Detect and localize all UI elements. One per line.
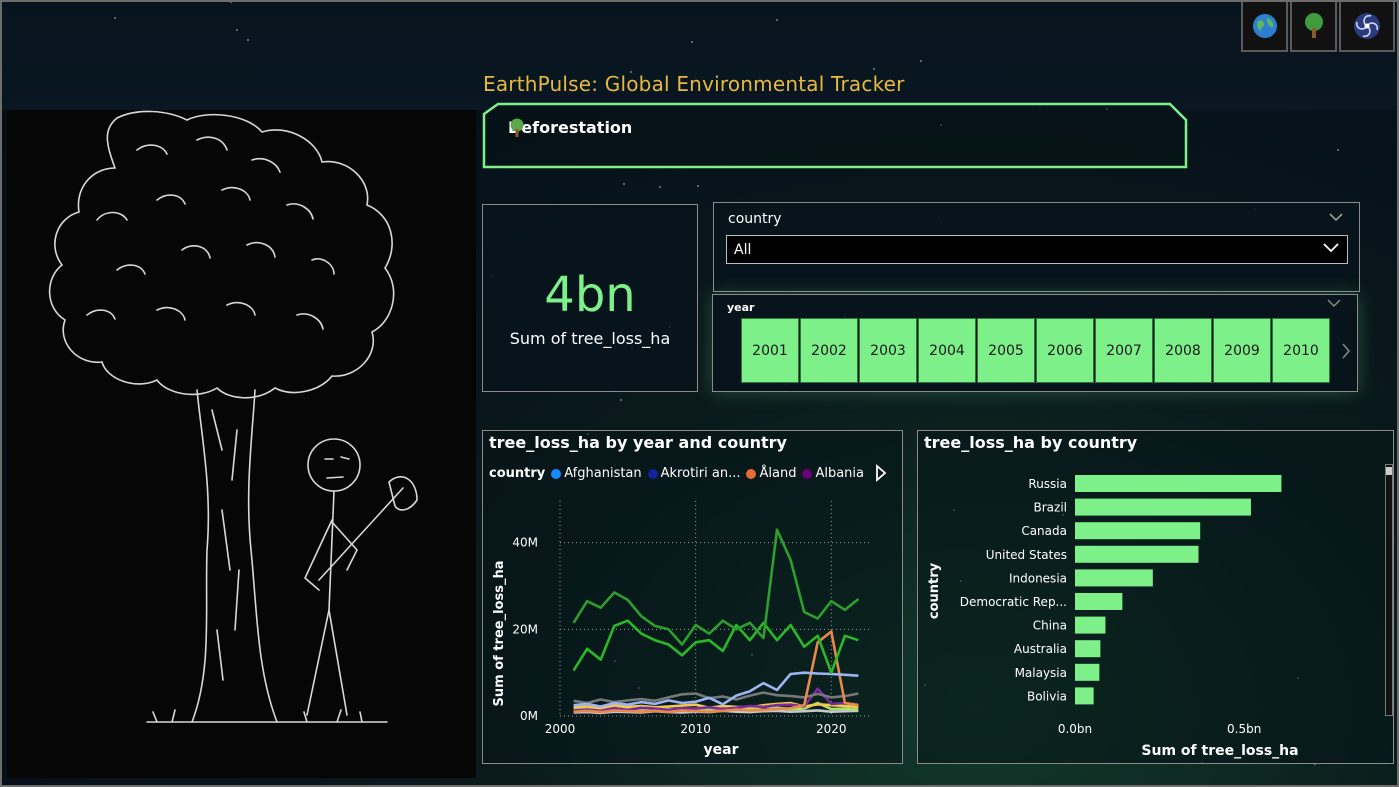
series-line: [572, 528, 860, 646]
x-axis-label: Sum of tree_loss_ha: [1141, 743, 1298, 759]
bar-chart-card: tree_loss_ha by country Russia Brazil Cana…: [917, 430, 1394, 764]
star: [658, 185, 661, 188]
country-dropdown[interactable]: All: [726, 235, 1348, 264]
x-tick-label: 2020: [816, 722, 847, 736]
category-label: Australia: [1014, 642, 1067, 656]
app-title: EarthPulse: Global Environmental Tracker: [483, 72, 905, 96]
x-tick-label: 2010: [680, 722, 711, 736]
x-axis-label: year: [704, 742, 739, 758]
bar: [1075, 640, 1101, 658]
star: [623, 183, 626, 186]
category-label: Brazil: [1034, 501, 1068, 515]
x-tick-label: 0.0bn: [1058, 722, 1092, 736]
country-dropdown-value: All: [734, 241, 752, 258]
y-tick-label: 20M: [512, 622, 538, 636]
x-tick-label: 2000: [545, 722, 576, 736]
year-tile[interactable]: 2003: [859, 318, 917, 383]
category-label: Democratic Rep...: [960, 595, 1067, 609]
bar: [1075, 498, 1251, 516]
tree-icon[interactable]: [1290, 0, 1337, 52]
year-tile[interactable]: 2010: [1272, 318, 1330, 383]
galaxy-icon[interactable]: [1339, 0, 1395, 52]
y-tick-label: 0M: [520, 709, 538, 723]
illustration-panel: [7, 110, 476, 778]
kpi-card: 4bn Sum of tree_loss_ha: [482, 204, 698, 392]
bar: [1075, 663, 1100, 681]
star: [697, 185, 700, 187]
year-slicer: year 2001 2002 2003 2004 2005 2006 2007 …: [712, 294, 1358, 392]
category-label: United States: [986, 548, 1067, 562]
bar-chart-plot: Russia Brazil Canada United States Indonesia…: [927, 475, 1299, 759]
scrollbar-thumb[interactable]: [1386, 467, 1392, 475]
year-tile[interactable]: 2007: [1095, 318, 1153, 383]
earth-icon[interactable]: [1241, 0, 1288, 52]
year-tile[interactable]: 2006: [1036, 318, 1094, 383]
year-tile[interactable]: 2004: [918, 318, 976, 383]
category-label: Malaysia: [1015, 666, 1067, 680]
bar: [1075, 545, 1199, 563]
year-tile[interactable]: 2002: [800, 318, 858, 383]
kpi-label: Sum of tree_loss_ha: [509, 329, 671, 348]
category-label: China: [1033, 619, 1067, 633]
year-tile[interactable]: 2005: [977, 318, 1035, 383]
chevron-down-icon: [1323, 240, 1339, 260]
bar: [1075, 475, 1282, 492]
scrollbar[interactable]: [1385, 464, 1393, 716]
y-axis-label: Sum of tree_loss_ha: [492, 561, 507, 707]
y-axis-label: country: [927, 562, 942, 619]
year-tile[interactable]: 2009: [1213, 318, 1271, 383]
star: [872, 67, 875, 70]
bar: [1075, 616, 1106, 634]
category-label: Russia: [1028, 477, 1067, 491]
tree-icon: [510, 118, 524, 137]
tree-and-lumberjack-illustration: [48, 110, 418, 723]
chevron-down-icon[interactable]: [1327, 297, 1341, 311]
category-label: Canada: [1021, 524, 1067, 538]
x-tick-label: 0.5bn: [1227, 722, 1261, 736]
y-tick-label: 40M: [512, 536, 538, 550]
star: [1337, 148, 1340, 151]
year-tiles: 2001 2002 2003 2004 2005 2006 2007 2008 …: [741, 318, 1330, 383]
section-title: Deforestation: [508, 118, 633, 137]
kpi-value: 4bn: [544, 267, 636, 323]
bar: [1075, 522, 1201, 540]
category-label: Bolivia: [1027, 689, 1067, 703]
country-slicer: country All: [713, 202, 1360, 292]
year-tile[interactable]: 2008: [1154, 318, 1212, 383]
bar: [1075, 593, 1123, 610]
page-navigation: [1241, 0, 1397, 52]
country-slicer-title: country: [728, 211, 782, 227]
line-chart-plot: 0M 20M 40M 2000 2010 2020 year Sum of tree_loss…: [492, 501, 872, 758]
star: [620, 398, 623, 401]
section-banner: Deforestation: [482, 102, 1188, 169]
section-label: Deforestation: [508, 118, 632, 137]
star: [775, 18, 778, 21]
chevron-right-icon[interactable]: [1341, 343, 1351, 363]
line-chart-card: tree_loss_ha by year and country country…: [482, 430, 903, 764]
chevron-down-icon[interactable]: [1329, 211, 1343, 225]
year-slicer-title: year: [727, 301, 755, 314]
bar: [1075, 569, 1153, 587]
category-label: Indonesia: [1009, 571, 1067, 585]
year-tile[interactable]: 2001: [741, 318, 799, 383]
bar: [1075, 687, 1094, 705]
